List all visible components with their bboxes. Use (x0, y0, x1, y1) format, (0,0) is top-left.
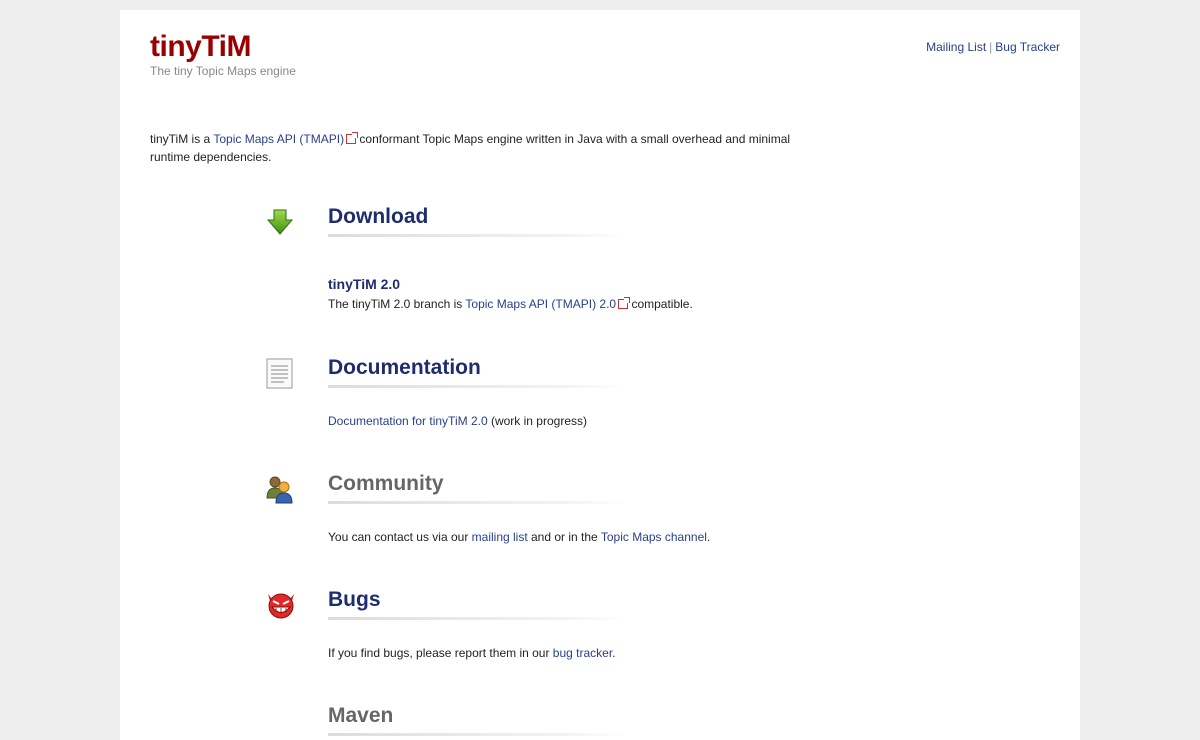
community-heading: Community (328, 472, 444, 495)
external-link-icon (346, 132, 359, 144)
download-arrow-icon (265, 207, 295, 237)
site-tagline: The tiny Topic Maps engine (150, 64, 296, 78)
documentation-body: Documentation for tinyTiM 2.0 (work in p… (328, 412, 928, 430)
bugs-text-suffix: . (612, 646, 616, 660)
download-text-suffix: compatible. (628, 297, 693, 311)
download-text: The tinyTiM 2.0 branch is Topic Maps API… (328, 295, 928, 313)
site-logo[interactable]: tinyTiM (150, 30, 251, 64)
documentation-link[interactable]: Documentation for tinyTiM 2.0 (328, 414, 488, 428)
heading-underline (328, 733, 628, 736)
community-text-mid: and or in the (527, 530, 601, 544)
heading-underline (328, 234, 628, 237)
download-text-prefix: The tinyTiM 2.0 branch is (328, 297, 466, 311)
download-heading: Download (328, 205, 429, 228)
intro-paragraph: tinyTiM is a Topic Maps API (TMAPI) conf… (150, 130, 810, 166)
bugs-text-prefix: If you find bugs, please report them in … (328, 646, 553, 660)
page-container: tinyTiM The tiny Topic Maps engine Maili… (120, 10, 1080, 740)
heading-underline (328, 501, 628, 504)
maven-heading: Maven (328, 704, 394, 727)
heading-underline (328, 385, 628, 388)
tmapi-2-link[interactable]: Topic Maps API (TMAPI) 2.0 (465, 297, 616, 311)
mailing-list-inline-link[interactable]: mailing list (472, 530, 528, 544)
bug-tracker-inline-link[interactable]: bug tracker (553, 646, 612, 660)
link-separator: | (989, 40, 993, 54)
community-text-prefix: You can contact us via our (328, 530, 472, 544)
download-subtitle: tinyTiM 2.0 (328, 276, 401, 292)
community-body: You can contact us via our mailing list … (328, 528, 928, 546)
heading-underline (328, 617, 628, 620)
topic-maps-channel-link[interactable]: Topic Maps channel (601, 530, 707, 544)
download-body: tinyTiM 2.0 The tinyTiM 2.0 branch is To… (328, 275, 928, 313)
top-links: Mailing List | Bug Tracker (926, 40, 1060, 54)
bugs-body: If you find bugs, please report them in … (328, 644, 928, 662)
mailing-list-link[interactable]: Mailing List (926, 40, 986, 54)
documentation-text-suffix: (work in progress) (487, 414, 587, 428)
devil-icon (265, 590, 295, 620)
intro-prefix: tinyTiM is a (150, 132, 214, 146)
documentation-heading: Documentation (328, 356, 481, 379)
community-text-suffix: . (706, 530, 711, 544)
bugs-heading: Bugs (328, 588, 381, 611)
people-icon (265, 474, 295, 504)
tmapi-link[interactable]: Topic Maps API (TMAPI) (213, 132, 344, 146)
bug-tracker-link[interactable]: Bug Tracker (995, 40, 1060, 54)
document-icon (265, 358, 295, 389)
external-link-icon (618, 297, 631, 309)
